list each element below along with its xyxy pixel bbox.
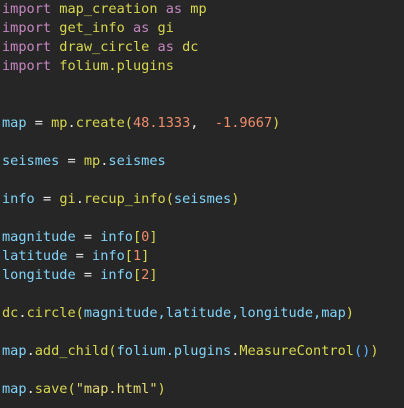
paren-close: ): [272, 115, 281, 131]
object-name: info: [92, 248, 125, 264]
code-line-2[interactable]: import get_info as gi: [2, 19, 174, 38]
index-literal: 1: [132, 248, 142, 264]
dot: .: [67, 115, 76, 131]
dot: .: [26, 381, 35, 397]
module-alias: dc: [182, 39, 199, 55]
bracket-open: [: [132, 267, 142, 283]
module-alias: gi: [157, 20, 174, 36]
variable: magnitude: [2, 229, 76, 245]
module-name: get_info: [59, 20, 125, 36]
keyword: as: [132, 20, 150, 36]
function-name: save: [34, 381, 68, 397]
paren-close: ): [370, 343, 379, 359]
variable: longitude: [2, 267, 76, 283]
object-name: dc: [2, 305, 19, 321]
inner-object-name: folium.plugins: [116, 343, 232, 359]
number-literal: 48.1333: [132, 115, 191, 131]
module-name: draw_circle: [59, 39, 150, 55]
bracket-open: [: [132, 229, 142, 245]
function-name: create: [75, 115, 125, 131]
variable: seismes: [2, 153, 60, 169]
code-line-1[interactable]: import map_creation as mp: [2, 0, 207, 19]
object-name: map: [2, 381, 27, 397]
bracket-open: [: [124, 248, 133, 264]
number-literal: -1.9667: [214, 115, 273, 131]
function-name: recup_info: [83, 191, 166, 207]
operator: =: [34, 115, 43, 131]
argument: seismes: [173, 191, 232, 207]
argument-list: magnitude,latitude,longitude,map: [83, 305, 346, 321]
bracket-close: ]: [149, 267, 158, 283]
paren-open: (: [124, 115, 133, 131]
function-name: add_child: [34, 343, 109, 359]
bracket-close: ]: [149, 229, 158, 245]
variable: info: [2, 191, 35, 207]
attribute-name: seismes: [108, 153, 166, 169]
function-name: circle: [26, 305, 76, 321]
variable: latitude: [2, 248, 68, 264]
string-literal: "map.html": [75, 381, 158, 397]
dot: .: [75, 191, 84, 207]
code-editor[interactable]: import map_creation as mp import get_inf…: [0, 0, 404, 408]
code-line-12[interactable]: map.add_child(folium.plugins.MeasureCont…: [2, 342, 379, 361]
code-line-7[interactable]: info = gi.recup_info(seismes): [2, 190, 239, 209]
object-name: map: [2, 343, 27, 359]
paren-open: (: [108, 343, 117, 359]
operator: =: [75, 248, 84, 264]
code-line-11[interactable]: dc.circle(magnitude,latitude,longitude,m…: [2, 304, 354, 323]
keyword: import: [2, 20, 52, 36]
code-line-5[interactable]: map = mp.create(48.1333, -1.9667): [2, 114, 280, 133]
object-name: mp: [51, 115, 68, 131]
code-line-3[interactable]: import draw_circle as dc: [2, 38, 198, 57]
variable: map: [2, 115, 27, 131]
code-line-4[interactable]: import folium.plugins: [2, 57, 174, 76]
keyword: import: [2, 39, 52, 55]
object-name: info: [100, 229, 133, 245]
inner-parens: (): [353, 343, 371, 359]
object-name: info: [100, 267, 133, 283]
code-line-13[interactable]: map.save("map.html"): [2, 380, 166, 399]
paren-close: ): [345, 305, 354, 321]
paren-close: ): [157, 381, 166, 397]
module-name: folium.plugins: [59, 58, 174, 74]
dot: .: [26, 343, 35, 359]
object-name: mp: [83, 153, 101, 169]
bracket-close: ]: [141, 248, 150, 264]
paren-close: ): [231, 191, 240, 207]
code-line-10[interactable]: longitude = info[2]: [2, 266, 158, 285]
paren-open: (: [67, 381, 76, 397]
code-line-9[interactable]: latitude = info[1]: [2, 247, 149, 266]
operator: =: [67, 153, 76, 169]
dot: .: [18, 305, 27, 321]
keyword: as: [157, 39, 174, 55]
inner-function-name: MeasureControl: [239, 343, 354, 359]
operator: =: [42, 191, 52, 207]
module-name: map_creation: [59, 1, 158, 17]
operator: =: [83, 267, 93, 283]
comma: ,: [190, 115, 199, 131]
code-line-6[interactable]: seismes = mp.seismes: [2, 152, 166, 171]
object-name: gi: [59, 191, 76, 207]
keyword: as: [165, 1, 183, 17]
code-line-8[interactable]: magnitude = info[0]: [2, 228, 158, 247]
module-alias: mp: [190, 1, 207, 17]
keyword: import: [2, 1, 52, 17]
paren-open: (: [75, 305, 84, 321]
paren-open: (: [165, 191, 174, 207]
operator: =: [83, 229, 93, 245]
keyword: import: [2, 58, 52, 74]
